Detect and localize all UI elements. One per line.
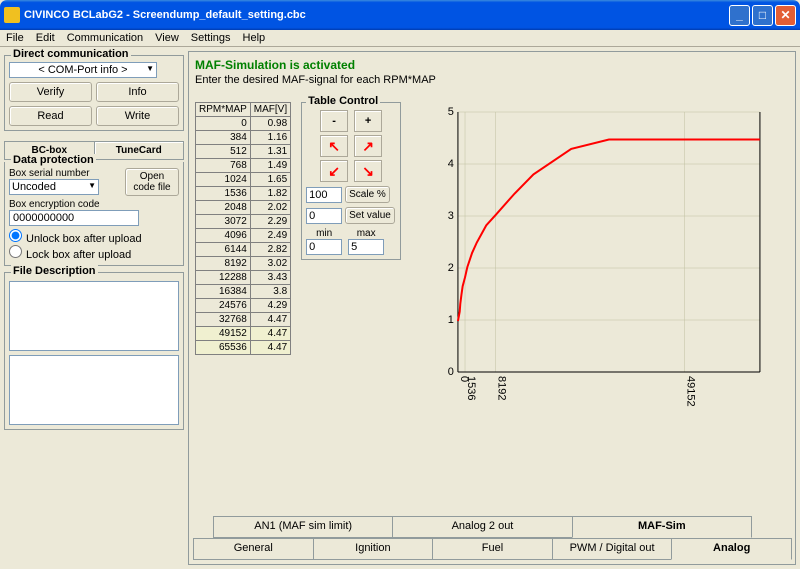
min-label: min bbox=[316, 228, 332, 239]
data-protection-group: Data protection Box serial number Uncode… bbox=[4, 162, 184, 266]
tab-maf-sim[interactable]: MAF-Sim bbox=[572, 516, 752, 538]
svg-text:49152: 49152 bbox=[685, 376, 697, 407]
tc-title: Table Control bbox=[306, 95, 380, 107]
arrow-down-left-icon: ↙ bbox=[328, 163, 340, 180]
table-row[interactable]: 15361.82 bbox=[196, 187, 291, 201]
table-row[interactable]: 655364.47 bbox=[196, 341, 291, 355]
maf-title: MAF-Simulation is activated bbox=[195, 58, 789, 72]
read-button[interactable]: Read bbox=[9, 106, 92, 126]
table-row[interactable]: 61442.82 bbox=[196, 243, 291, 257]
encryption-code-input[interactable] bbox=[9, 210, 139, 226]
minimize-button[interactable]: _ bbox=[729, 5, 750, 26]
svg-text:8192: 8192 bbox=[496, 376, 508, 400]
close-button[interactable]: ✕ bbox=[775, 5, 796, 26]
col-mafv: MAF[V] bbox=[250, 103, 290, 117]
maximize-button[interactable]: □ bbox=[752, 5, 773, 26]
tab-analog[interactable]: Analog bbox=[671, 538, 792, 560]
verify-button[interactable]: Verify bbox=[9, 82, 92, 102]
minus-button[interactable]: - bbox=[320, 110, 348, 132]
file-desc-box-1[interactable] bbox=[9, 281, 179, 351]
serial-label: Box serial number bbox=[9, 168, 123, 179]
table-row[interactable]: 10241.65 bbox=[196, 173, 291, 187]
table-row[interactable]: 7681.49 bbox=[196, 159, 291, 173]
col-rpmmap: RPM*MAP bbox=[196, 103, 251, 117]
file-desc-title: File Description bbox=[11, 265, 98, 277]
write-button[interactable]: Write bbox=[96, 106, 179, 126]
menu-help[interactable]: Help bbox=[243, 32, 266, 44]
menu-edit[interactable]: Edit bbox=[36, 32, 55, 44]
tab-pwm-digital-out[interactable]: PWM / Digital out bbox=[552, 538, 673, 560]
svg-text:5: 5 bbox=[448, 106, 454, 118]
unlock-radio[interactable] bbox=[9, 229, 22, 242]
window-titlebar: CIVINCO BCLabG2 - Screendump_default_set… bbox=[0, 0, 800, 30]
tab-tunecard[interactable]: TuneCard bbox=[94, 141, 185, 160]
unlock-label: Unlock box after upload bbox=[26, 233, 142, 245]
tab-general[interactable]: General bbox=[193, 538, 314, 560]
lock-label: Lock box after upload bbox=[26, 249, 131, 261]
file-description-group: File Description bbox=[4, 272, 184, 430]
lock-radio[interactable] bbox=[9, 245, 22, 258]
tab-analog-2-out[interactable]: Analog 2 out bbox=[392, 516, 572, 538]
table-row[interactable]: 122883.43 bbox=[196, 271, 291, 285]
window-title: CIVINCO BCLabG2 - Screendump_default_set… bbox=[24, 9, 729, 21]
min-input[interactable] bbox=[306, 239, 342, 255]
max-input[interactable] bbox=[348, 239, 384, 255]
scale-button[interactable]: Scale % bbox=[345, 186, 390, 203]
svg-text:2: 2 bbox=[448, 262, 454, 274]
setvalue-input[interactable] bbox=[306, 208, 342, 224]
plus-button[interactable]: + bbox=[354, 110, 382, 132]
table-row[interactable]: 327684.47 bbox=[196, 313, 291, 327]
table-row[interactable]: 40962.49 bbox=[196, 229, 291, 243]
svg-text:3: 3 bbox=[448, 210, 454, 222]
table-row[interactable]: 30722.29 bbox=[196, 215, 291, 229]
serial-combo[interactable]: Uncoded bbox=[9, 179, 99, 195]
table-row[interactable]: 00.98 bbox=[196, 117, 291, 131]
maf-chart: 01234501536819249152 bbox=[411, 102, 789, 412]
menubar: File Edit Communication View Settings Help bbox=[0, 30, 800, 47]
dp-title: Data protection bbox=[11, 154, 96, 166]
svg-text:1: 1 bbox=[448, 314, 454, 326]
up-left-arrow-button[interactable]: ↖ bbox=[320, 135, 348, 157]
svg-text:4: 4 bbox=[448, 158, 454, 170]
table-row[interactable]: 245764.29 bbox=[196, 299, 291, 313]
table-row[interactable]: 491524.47 bbox=[196, 327, 291, 341]
menu-view[interactable]: View bbox=[155, 32, 179, 44]
arrow-up-right-icon: ↗ bbox=[362, 138, 374, 155]
info-button[interactable]: Info bbox=[96, 82, 179, 102]
svg-text:0: 0 bbox=[448, 366, 454, 378]
scale-input[interactable] bbox=[306, 187, 342, 203]
up-right-arrow-button[interactable]: ↗ bbox=[354, 135, 382, 157]
svg-text:1536: 1536 bbox=[465, 376, 477, 400]
down-left-arrow-button[interactable]: ↙ bbox=[320, 160, 348, 182]
table-row[interactable]: 20482.02 bbox=[196, 201, 291, 215]
menu-communication[interactable]: Communication bbox=[67, 32, 143, 44]
arrow-up-left-icon: ↖ bbox=[328, 138, 340, 155]
tab-fuel[interactable]: Fuel bbox=[432, 538, 553, 560]
com-port-combo[interactable]: < COM-Port info > bbox=[9, 62, 157, 78]
enc-label: Box encryption code bbox=[9, 199, 179, 210]
down-right-arrow-button[interactable]: ↘ bbox=[354, 160, 382, 182]
direct-communication-group: Direct communication < COM-Port info > V… bbox=[4, 55, 184, 131]
maf-table[interactable]: RPM*MAPMAF[V] 00.983841.165121.317681.49… bbox=[195, 102, 291, 355]
table-row[interactable]: 5121.31 bbox=[196, 145, 291, 159]
table-row[interactable]: 163843.8 bbox=[196, 285, 291, 299]
maf-subtitle: Enter the desired MAF-signal for each RP… bbox=[195, 74, 789, 86]
arrow-down-right-icon: ↘ bbox=[362, 163, 374, 180]
open-code-file-button[interactable]: Open code file bbox=[125, 168, 179, 196]
tab-an1-maf-sim-limit-[interactable]: AN1 (MAF sim limit) bbox=[213, 516, 393, 538]
menu-file[interactable]: File bbox=[6, 32, 24, 44]
dc-title: Direct communication bbox=[11, 48, 131, 60]
file-desc-box-2[interactable] bbox=[9, 355, 179, 425]
menu-settings[interactable]: Settings bbox=[191, 32, 231, 44]
max-label: max bbox=[357, 228, 376, 239]
app-icon bbox=[4, 7, 20, 23]
setvalue-button[interactable]: Set value bbox=[345, 207, 395, 224]
table-row[interactable]: 81923.02 bbox=[196, 257, 291, 271]
tab-ignition[interactable]: Ignition bbox=[313, 538, 434, 560]
table-control-group: Table Control - + ↖ ↗ ↙ ↘ Scale % bbox=[301, 102, 401, 260]
table-row[interactable]: 3841.16 bbox=[196, 131, 291, 145]
